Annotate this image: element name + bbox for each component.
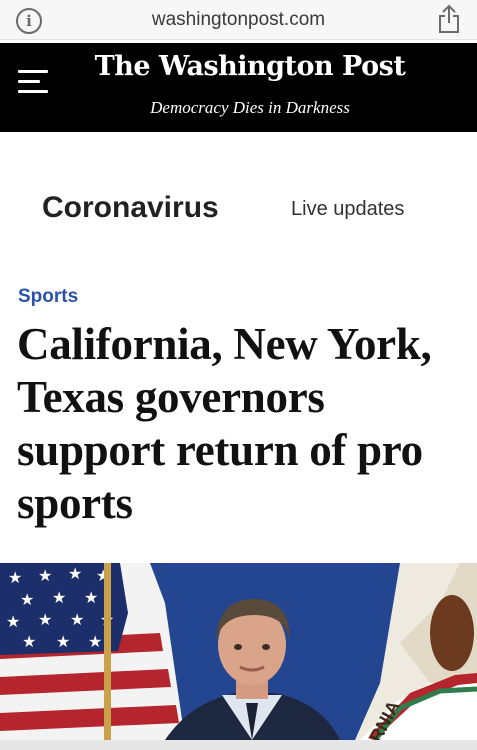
svg-text:★: ★ <box>6 612 20 631</box>
svg-text:★: ★ <box>68 564 82 583</box>
site-logo[interactable]: The Washington Post <box>85 51 415 82</box>
site-tagline: Democracy Dies in Darkness <box>150 98 350 117</box>
hero-image[interactable]: ★★★★ ★★★ ★★★★ ★★★ RNIA <box>0 563 477 740</box>
hamburger-menu-icon[interactable] <box>18 70 50 94</box>
article-headline: California, New York, Texas governors su… <box>17 319 432 528</box>
section-kicker[interactable]: Sports <box>18 286 78 308</box>
topic-banner: Coronavirus Live updates <box>0 178 477 238</box>
topic-title[interactable]: Coronavirus <box>42 191 219 225</box>
share-icon[interactable] <box>437 4 461 34</box>
svg-text:★: ★ <box>22 632 36 651</box>
live-updates-link[interactable]: Live updates <box>291 198 404 221</box>
svg-text:★: ★ <box>20 590 34 609</box>
site-masthead: The Washington Post Democracy Dies in Da… <box>0 43 477 132</box>
browser-address-bar: i washingtonpost.com <box>0 0 477 40</box>
american-flag-graphic: ★★★★ ★★★ ★★★★ ★★★ <box>0 563 185 740</box>
svg-text:★: ★ <box>38 566 52 585</box>
svg-text:★: ★ <box>8 568 22 587</box>
svg-text:★: ★ <box>88 632 102 651</box>
url-domain[interactable]: washingtonpost.com <box>0 9 477 31</box>
svg-text:★: ★ <box>38 610 52 629</box>
svg-text:★: ★ <box>70 610 84 629</box>
svg-text:★: ★ <box>84 588 98 607</box>
page-bottom-edge <box>0 740 477 750</box>
svg-text:★: ★ <box>52 588 66 607</box>
svg-text:★: ★ <box>56 632 70 651</box>
